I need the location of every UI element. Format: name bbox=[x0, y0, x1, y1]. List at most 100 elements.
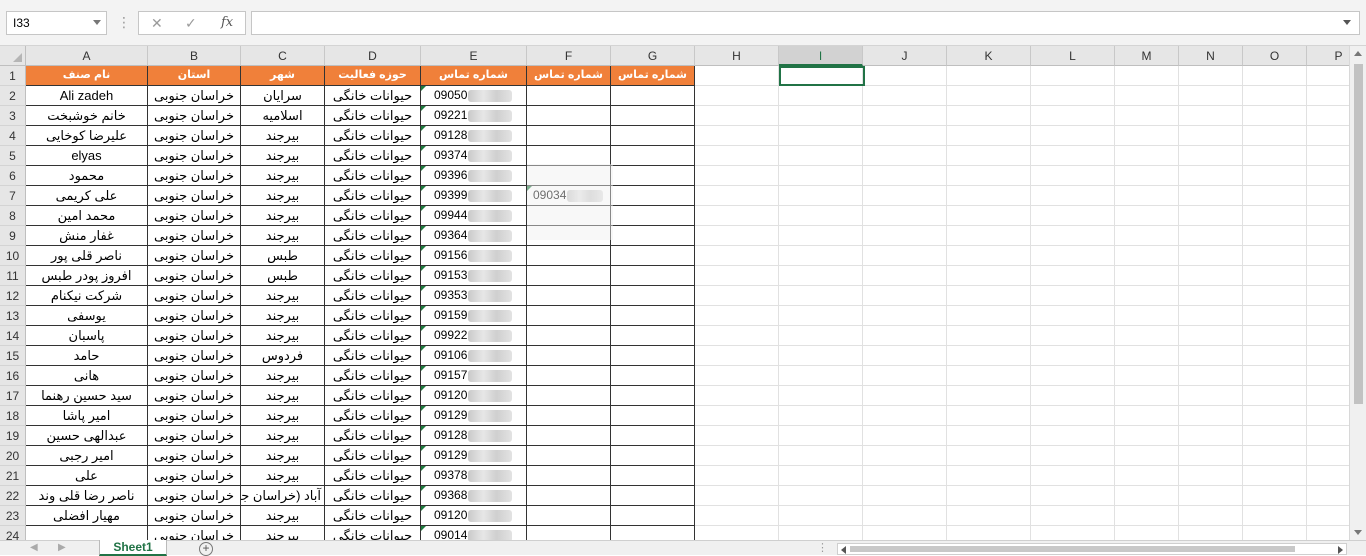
empty-cell[interactable] bbox=[1031, 406, 1115, 426]
table-cell[interactable]: خراسان جنوبی bbox=[148, 446, 241, 466]
table-cell[interactable]: آباد (خراسان جنوبی) bbox=[241, 486, 325, 506]
empty-cell[interactable] bbox=[1179, 466, 1243, 486]
column-header-n[interactable]: N bbox=[1179, 46, 1243, 66]
empty-cell[interactable] bbox=[863, 386, 947, 406]
empty-cell[interactable] bbox=[1031, 486, 1115, 506]
phone-cell-2[interactable] bbox=[527, 486, 611, 506]
table-cell[interactable]: بیرجند bbox=[241, 526, 325, 540]
empty-cell[interactable] bbox=[947, 326, 1031, 346]
empty-cell[interactable] bbox=[947, 526, 1031, 540]
phone-cell-2[interactable] bbox=[527, 526, 611, 540]
table-cell[interactable]: علی bbox=[26, 466, 148, 486]
phone-cell-3[interactable] bbox=[611, 266, 695, 286]
empty-cell[interactable] bbox=[1179, 86, 1243, 106]
empty-cell[interactable] bbox=[1243, 486, 1307, 506]
empty-cell[interactable] bbox=[1307, 466, 1349, 486]
table-cell[interactable]: علی کریمی bbox=[26, 186, 148, 206]
empty-cell[interactable] bbox=[695, 346, 779, 366]
table-cell[interactable]: فردوس bbox=[241, 346, 325, 366]
empty-cell[interactable] bbox=[1031, 146, 1115, 166]
phone-cell[interactable]: 09014 bbox=[421, 526, 527, 540]
empty-cell[interactable] bbox=[1115, 446, 1179, 466]
phone-cell-3[interactable] bbox=[611, 166, 695, 186]
row-header-24[interactable]: 24 bbox=[0, 526, 26, 540]
empty-cell[interactable] bbox=[947, 306, 1031, 326]
table-cell[interactable]: حیوانات خانگی bbox=[325, 426, 421, 446]
empty-cell[interactable] bbox=[695, 186, 779, 206]
empty-cell[interactable] bbox=[695, 406, 779, 426]
phone-cell-2[interactable] bbox=[527, 146, 611, 166]
table-header-cell[interactable]: شماره تماس bbox=[527, 66, 611, 86]
table-cell[interactable]: حیوانات خانگی bbox=[325, 366, 421, 386]
phone-cell-3[interactable] bbox=[611, 386, 695, 406]
empty-cell[interactable] bbox=[1243, 146, 1307, 166]
empty-cell[interactable] bbox=[863, 186, 947, 206]
empty-cell[interactable] bbox=[1307, 346, 1349, 366]
empty-cell[interactable] bbox=[1031, 506, 1115, 526]
column-header-j[interactable]: J bbox=[863, 46, 947, 66]
table-header-cell[interactable]: نام صنف bbox=[26, 66, 148, 86]
table-cell[interactable]: خراسان جنوبی bbox=[148, 386, 241, 406]
empty-cell[interactable] bbox=[863, 126, 947, 146]
empty-cell[interactable] bbox=[695, 86, 779, 106]
row-header-15[interactable]: 15 bbox=[0, 346, 26, 366]
empty-cell[interactable] bbox=[947, 146, 1031, 166]
phone-cell-3[interactable] bbox=[611, 366, 695, 386]
table-cell[interactable]: غفار منش bbox=[26, 226, 148, 246]
empty-cell[interactable] bbox=[1031, 446, 1115, 466]
table-cell[interactable]: بیرجند bbox=[241, 286, 325, 306]
row-header-5[interactable]: 5 bbox=[0, 146, 26, 166]
table-cell[interactable]: ناصر رضا قلی وند bbox=[26, 486, 148, 506]
empty-cell[interactable] bbox=[1307, 446, 1349, 466]
empty-cell[interactable] bbox=[1243, 506, 1307, 526]
phone-cell-2[interactable] bbox=[527, 306, 611, 326]
empty-cell[interactable] bbox=[779, 306, 863, 326]
empty-cell[interactable] bbox=[1115, 106, 1179, 126]
phone-cell-2[interactable] bbox=[527, 346, 611, 366]
table-cell[interactable]: خراسان جنوبی bbox=[148, 206, 241, 226]
phone-cell-3[interactable] bbox=[611, 306, 695, 326]
empty-cell[interactable] bbox=[1115, 366, 1179, 386]
phone-cell[interactable]: 09129 bbox=[421, 446, 527, 466]
empty-cell[interactable] bbox=[695, 246, 779, 266]
empty-cell[interactable] bbox=[947, 346, 1031, 366]
phone-cell-2[interactable] bbox=[527, 126, 611, 146]
phone-cell[interactable]: 09399 bbox=[421, 186, 527, 206]
empty-cell[interactable] bbox=[1179, 326, 1243, 346]
empty-cell[interactable] bbox=[947, 286, 1031, 306]
empty-cell[interactable] bbox=[1179, 426, 1243, 446]
empty-cell[interactable] bbox=[1031, 126, 1115, 146]
table-cell[interactable]: خراسان جنوبی bbox=[148, 246, 241, 266]
table-cell[interactable]: خراسان جنوبی bbox=[148, 226, 241, 246]
table-cell[interactable]: خراسان جنوبی bbox=[148, 266, 241, 286]
empty-cell[interactable] bbox=[1115, 286, 1179, 306]
column-header-p[interactable]: P bbox=[1307, 46, 1349, 66]
empty-cell[interactable] bbox=[1307, 186, 1349, 206]
empty-cell[interactable] bbox=[1307, 366, 1349, 386]
empty-cell[interactable] bbox=[947, 206, 1031, 226]
empty-cell[interactable] bbox=[1115, 266, 1179, 286]
empty-cell[interactable] bbox=[1031, 326, 1115, 346]
empty-cell[interactable] bbox=[779, 526, 863, 540]
scroll-right-icon[interactable] bbox=[1338, 546, 1343, 554]
empty-cell[interactable] bbox=[947, 506, 1031, 526]
empty-cell[interactable] bbox=[779, 446, 863, 466]
table-cell[interactable]: بیرجند bbox=[241, 406, 325, 426]
empty-cell[interactable] bbox=[863, 146, 947, 166]
expand-formula-icon[interactable] bbox=[1343, 20, 1351, 25]
empty-cell[interactable] bbox=[1243, 266, 1307, 286]
empty-cell[interactable] bbox=[1115, 426, 1179, 446]
empty-cell[interactable] bbox=[947, 466, 1031, 486]
empty-cell[interactable] bbox=[1243, 446, 1307, 466]
phone-cell-2[interactable] bbox=[527, 406, 611, 426]
table-cell[interactable]: حیوانات خانگی bbox=[325, 406, 421, 426]
empty-cell[interactable] bbox=[947, 266, 1031, 286]
empty-cell[interactable] bbox=[1115, 226, 1179, 246]
table-cell[interactable]: حیوانات خانگی bbox=[325, 486, 421, 506]
table-cell[interactable]: حیوانات خانگی bbox=[325, 526, 421, 540]
empty-cell[interactable] bbox=[1307, 326, 1349, 346]
empty-cell[interactable] bbox=[695, 266, 779, 286]
empty-cell[interactable] bbox=[863, 86, 947, 106]
row-header-1[interactable]: 1 bbox=[0, 66, 26, 86]
phone-cell-3[interactable] bbox=[611, 426, 695, 446]
